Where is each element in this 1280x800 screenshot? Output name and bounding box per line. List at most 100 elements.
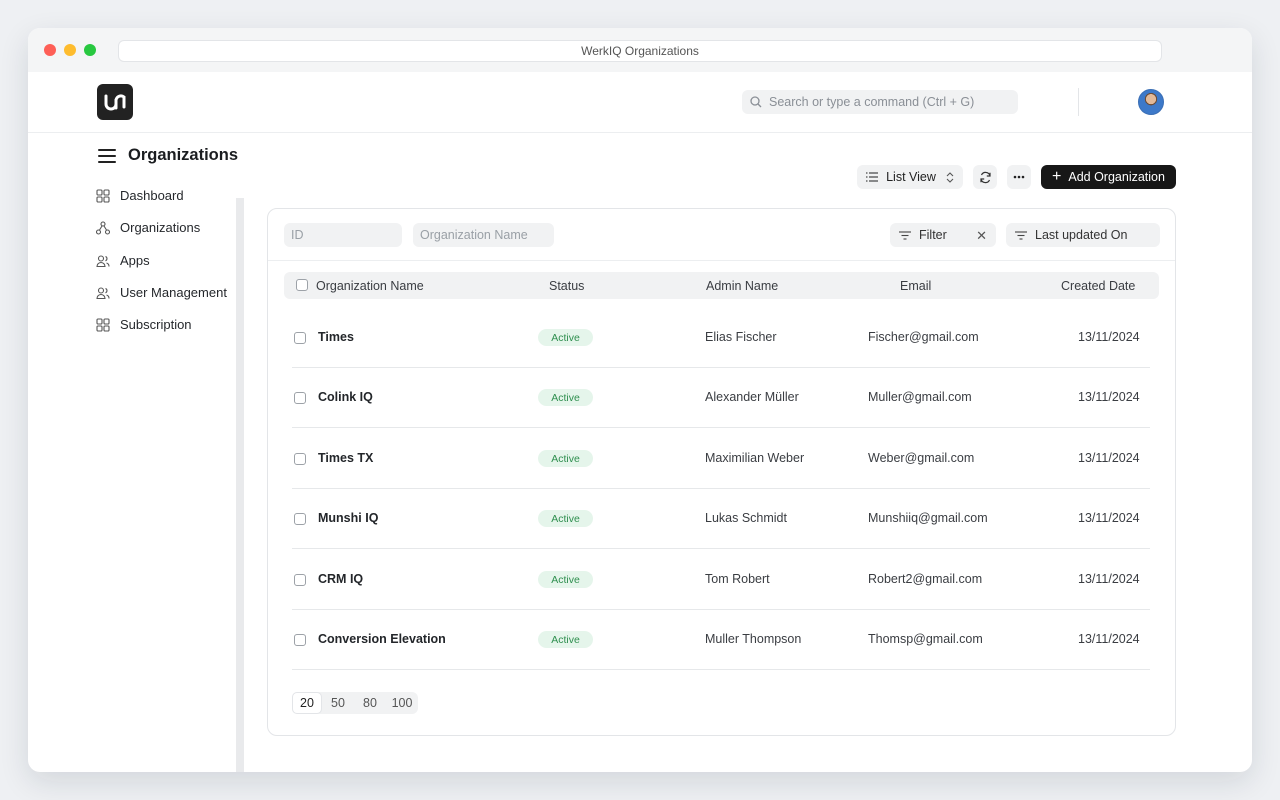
users-icon [96, 286, 110, 299]
organization-name[interactable]: Times TX [318, 451, 373, 465]
created-date: 13/11/2024 [1078, 511, 1140, 525]
table-row[interactable]: CRM IQ Active Tom Robert Robert2@gmail.c… [292, 550, 1150, 610]
table-row[interactable]: Times Active Elias Fischer Fischer@gmail… [292, 308, 1150, 368]
created-date: 13/11/2024 [1078, 390, 1140, 404]
app-logo[interactable] [97, 84, 133, 120]
maximize-window-button[interactable] [84, 44, 96, 56]
add-organization-label: Add Organization [1068, 170, 1165, 184]
organization-name[interactable]: Conversion Elevation [318, 632, 446, 646]
organization-name[interactable]: CRM IQ [318, 572, 363, 586]
organization-name[interactable]: Times [318, 330, 354, 344]
hierarchy-icon [96, 220, 110, 235]
status-badge: Active [538, 571, 593, 588]
list-view-select[interactable]: List View [857, 165, 963, 189]
column-header-created-date[interactable]: Created Date [1061, 279, 1135, 293]
clear-filter-icon[interactable]: ✕ [976, 228, 987, 244]
title-bar: WerkIQ Organizations [28, 28, 1252, 72]
page-size-50[interactable]: 50 [322, 692, 354, 714]
created-date: 13/11/2024 [1078, 572, 1140, 586]
logo-icon [104, 94, 126, 111]
refresh-button[interactable] [973, 165, 997, 189]
sidebar-item-dashboard[interactable]: Dashboard [96, 188, 184, 203]
row-checkbox[interactable] [294, 634, 306, 646]
admin-name: Elias Fischer [705, 330, 777, 344]
email: Robert2@gmail.com [868, 572, 983, 586]
sidebar-item-label: Apps [120, 253, 150, 268]
search-input[interactable]: Search or type a command (Ctrl + G) [742, 90, 1018, 114]
admin-name: Tom Robert [705, 572, 770, 586]
chevron-updown-icon [946, 171, 954, 183]
select-all-checkbox[interactable] [296, 279, 308, 291]
organizations-table-card: ID Organization Name Filter ✕ Last updat… [267, 208, 1176, 736]
row-checkbox[interactable] [294, 513, 306, 525]
sort-button[interactable]: Last updated On [1006, 223, 1160, 247]
column-header-organization-name[interactable]: Organization Name [316, 279, 424, 293]
filter-button[interactable]: Filter ✕ [890, 223, 996, 247]
grid-icon [96, 188, 110, 203]
row-checkbox[interactable] [294, 574, 306, 586]
id-filter-placeholder: ID [291, 228, 304, 242]
organization-name[interactable]: Colink IQ [318, 390, 373, 404]
sidebar-item-apps[interactable]: Apps [96, 253, 150, 268]
list-view-label: List View [886, 170, 936, 184]
email: Munshiiq@gmail.com [868, 511, 988, 525]
page-size-100[interactable]: 100 [386, 692, 418, 714]
list-icon [866, 172, 879, 182]
sidebar-item-label: Subscription [120, 317, 192, 332]
status-badge: Active [538, 510, 593, 527]
admin-name: Maximilian Weber [705, 451, 805, 465]
table-header: Organization Name Status Admin Name Emai… [284, 272, 1159, 299]
row-checkbox[interactable] [294, 392, 306, 404]
table-row[interactable]: Munshi IQ Active Lukas Schmidt Munshiiq@… [292, 489, 1150, 549]
page-header: Organizations [98, 146, 238, 165]
id-filter-input[interactable]: ID [284, 223, 402, 247]
user-avatar[interactable] [1138, 89, 1164, 115]
page-title: Organizations [128, 146, 239, 164]
app-header: Search or type a command (Ctrl + G) [28, 72, 1252, 133]
organization-name[interactable]: Munshi IQ [318, 511, 378, 525]
table-row[interactable]: Colink IQ Active Alexander Müller Muller… [292, 368, 1150, 428]
sidebar-item-label: Organizations [120, 220, 201, 235]
status-badge: Active [538, 450, 593, 467]
address-bar[interactable]: WerkIQ Organizations [118, 40, 1162, 62]
search-placeholder: Search or type a command (Ctrl + G) [769, 95, 975, 109]
created-date: 13/11/2024 [1078, 451, 1140, 465]
search-icon [750, 96, 762, 108]
sidebar-scrollbar[interactable] [236, 198, 244, 772]
column-header-email[interactable]: Email [900, 279, 931, 293]
email: Thomsp@gmail.com [868, 632, 983, 646]
table-row[interactable]: Conversion Elevation Active Muller Thomp… [292, 610, 1150, 670]
close-window-button[interactable] [44, 44, 56, 56]
filter-label: Filter [919, 228, 947, 242]
minimize-window-button[interactable] [64, 44, 76, 56]
page-size-20[interactable]: 20 [292, 692, 322, 714]
organization-name-filter-input[interactable]: Organization Name [413, 223, 554, 247]
add-organization-button[interactable]: + Add Organization [1041, 165, 1176, 189]
sidebar-item-user-management[interactable]: User Management [96, 285, 227, 300]
header-divider [1078, 88, 1079, 116]
admin-name: Lukas Schmidt [705, 511, 787, 525]
browser-window: WerkIQ Organizations Search or type a co… [28, 28, 1252, 772]
hamburger-menu-icon[interactable] [98, 148, 116, 163]
status-badge: Active [538, 389, 593, 406]
organization-name-filter-placeholder: Organization Name [420, 228, 528, 242]
status-badge: Active [538, 631, 593, 648]
column-header-status[interactable]: Status [549, 279, 584, 293]
table-row[interactable]: Times TX Active Maximilian Weber Weber@g… [292, 429, 1150, 489]
row-checkbox[interactable] [294, 453, 306, 465]
admin-name: Muller Thompson [705, 632, 802, 646]
email: Muller@gmail.com [868, 390, 972, 404]
column-header-admin-name[interactable]: Admin Name [706, 279, 778, 293]
email: Fischer@gmail.com [868, 330, 979, 344]
page-size-80[interactable]: 80 [354, 692, 386, 714]
sidebar-item-organizations[interactable]: Organizations [96, 220, 200, 235]
sidebar-item-subscription[interactable]: Subscription [96, 317, 192, 332]
refresh-icon [979, 171, 991, 183]
created-date: 13/11/2024 [1078, 632, 1140, 646]
sort-label: Last updated On [1035, 228, 1128, 242]
more-options-button[interactable] [1007, 165, 1031, 189]
row-checkbox[interactable] [294, 332, 306, 344]
sort-icon [1015, 230, 1027, 240]
plus-icon: + [1052, 168, 1062, 185]
filter-bar: ID Organization Name Filter ✕ Last updat… [268, 209, 1175, 261]
